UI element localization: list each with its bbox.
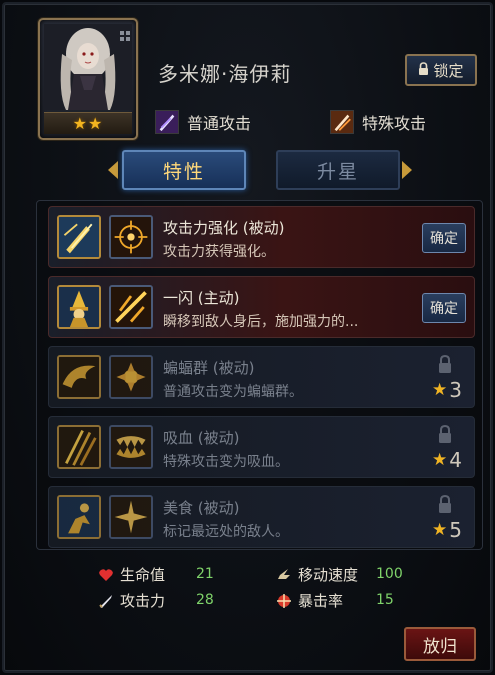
stat-speed: 移动速度 [276,564,358,585]
star-icon: ★ [432,380,448,400]
star-requirement: ★ 3 [432,378,462,402]
stat-speed-value-wrap: 100 [376,566,403,582]
tab-right-arrow-icon [402,161,412,179]
stat-value: 15 [376,592,394,608]
padlock-icon [438,424,452,443]
stat-hp: 生命值 [98,564,165,585]
wizard-icon [57,285,101,329]
skill-desc: 标记最远处的敌人。 [163,524,289,540]
padlock-icon [438,494,452,513]
skill-row[interactable]: 吸血 (被动) 特殊攻击变为吸血。 ★ 4 [48,416,475,478]
skill-desc: 普通攻击变为蝙蝠群。 [163,384,303,400]
flash-slash-icon [109,285,153,329]
skill-name: 吸血 (被动) [163,429,240,447]
padlock-icon [438,354,452,373]
stat-label: 攻击力 [120,592,166,610]
speed-icon [276,567,292,583]
stat-value: 21 [196,566,214,582]
skill-name: 攻击力强化 (被动) [163,219,285,237]
hunter-icon [57,495,101,539]
stat-hp-value-wrap: 21 [196,566,214,582]
normal-attack-icon [155,110,179,134]
stat-crit: 暴击率 [276,590,343,611]
skill-name: 一闪 (主动) [163,289,240,307]
confirm-button[interactable]: 确定 [422,293,466,323]
skill-name: 美食 (被动) [163,499,240,517]
star-icon: ★ [432,450,448,470]
tab-traits[interactable]: 特性 [122,150,246,190]
special-attack-label: 特殊攻击 [362,114,427,133]
skill-desc: 特殊攻击变为吸血。 [163,454,289,470]
stat-label: 暴击率 [298,592,344,610]
stat-attack-value-wrap: 28 [196,592,214,608]
skill-row[interactable]: 美食 (被动) 标记最远处的敌人。 ★ 5 [48,486,475,548]
target-icon [109,215,153,259]
claw-slash-icon [57,425,101,469]
hero-portrait-art [44,24,132,110]
normal-attack-label: 普通攻击 [187,114,252,133]
hero-portrait[interactable]: ★★ [38,18,138,140]
skill-desc: 瞬移到敌人身后，施加强力的... [163,314,359,330]
skill-row[interactable]: 攻击力强化 (被动) 攻击力获得强化。 确定 [48,206,475,268]
normal-attack-info: 普通攻击 [155,110,251,134]
sword-icon [98,593,114,609]
required-stars: 5 [449,518,462,542]
fang-icon [109,425,153,469]
lock-button[interactable]: 锁定 [405,54,477,86]
special-attack-info: 特殊攻击 [330,110,426,134]
skill-name: 蝙蝠群 (被动) [163,359,255,377]
stat-attack: 攻击力 [98,590,165,611]
lock-button-label: 锁定 [433,61,464,80]
lock-icon [418,61,429,79]
skill-row[interactable]: 一闪 (主动) 瞬移到敌人身后，施加强力的... 确定 [48,276,475,338]
attack-boost-icon [57,215,101,259]
confirm-button[interactable]: 确定 [422,223,466,253]
required-stars: 4 [449,448,462,472]
hero-name: 多米娜·海伊莉 [158,62,292,86]
skill-desc: 攻击力获得强化。 [163,244,275,260]
bat-swarm-icon [109,355,153,399]
burst-icon [109,495,153,539]
stat-value: 28 [196,592,214,608]
tab-left-arrow-icon [108,161,118,179]
special-attack-icon [330,110,354,134]
crosshair-icon [276,593,292,609]
stat-value: 100 [376,566,403,582]
tab-upgrade-star[interactable]: 升星 [276,150,400,190]
stat-label: 移动速度 [298,566,359,584]
stat-crit-value-wrap: 15 [376,592,394,608]
release-button[interactable]: 放归 [404,627,476,661]
skill-row[interactable]: 蝙蝠群 (被动) 普通攻击变为蝙蝠群。 ★ 3 [48,346,475,408]
required-stars: 3 [449,378,462,402]
stat-label: 生命值 [120,566,166,584]
grid-icon [120,26,130,41]
bat-wing-icon [57,355,101,399]
hero-star-rating: ★★ [44,112,132,134]
star-requirement: ★ 4 [432,448,462,472]
heart-icon [98,567,114,583]
star-requirement: ★ 5 [432,518,462,542]
star-icon: ★ [432,520,448,540]
